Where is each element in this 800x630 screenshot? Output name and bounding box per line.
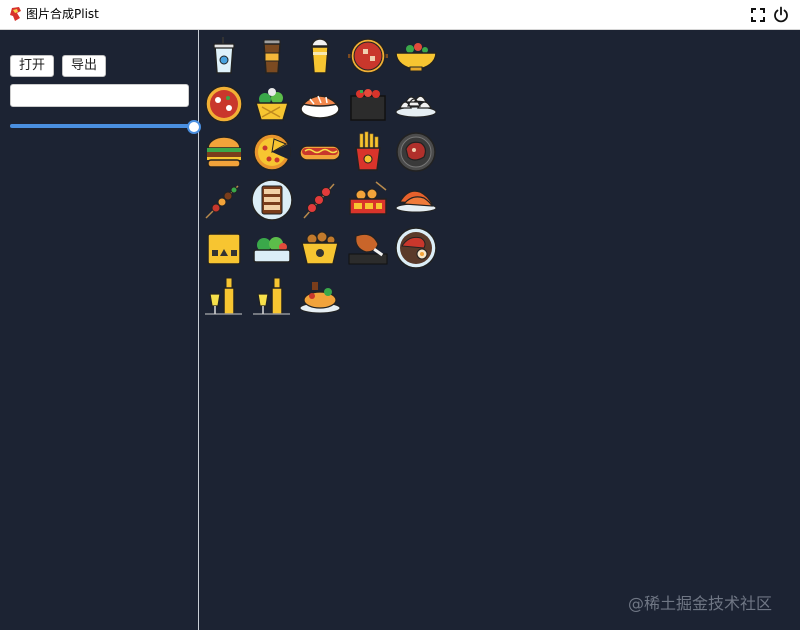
salad-bowl-icon[interactable] (394, 34, 438, 78)
window-title: 图片合成Plist (26, 7, 99, 21)
salad-box-icon[interactable] (250, 226, 294, 270)
sprite-canvas (200, 30, 800, 630)
beer-glass-bottle-icon[interactable] (250, 274, 294, 318)
coffee-cup-icon[interactable] (250, 34, 294, 78)
hotpot-icon[interactable] (346, 34, 390, 78)
slider-thumb[interactable] (187, 120, 201, 134)
bubble-tea-icon[interactable] (298, 34, 342, 78)
dumplings-plate-icon[interactable] (394, 82, 438, 126)
iced-drink-cup-icon[interactable] (202, 34, 246, 78)
vegetable-basket-icon[interactable] (250, 82, 294, 126)
roast-chicken-leg-icon[interactable] (346, 226, 390, 270)
steak-pan-icon[interactable] (394, 130, 438, 174)
shrimp-plate-icon[interactable] (394, 178, 438, 222)
export-button[interactable]: 导出 (62, 55, 106, 77)
name-input[interactable] (10, 84, 189, 107)
ramen-bowl-icon[interactable] (394, 226, 438, 270)
watermark: @稀土掘金技术社区 (628, 594, 773, 613)
hotdog-icon[interactable] (298, 130, 342, 174)
sushi-icon[interactable] (298, 82, 342, 126)
pizza-icon[interactable] (250, 130, 294, 174)
sidebar: 打开 导出 (0, 30, 201, 630)
slider-track (10, 124, 194, 128)
takoyaki-tray-icon[interactable] (346, 178, 390, 222)
french-fries-icon[interactable] (346, 130, 390, 174)
beer-bottle-icon[interactable] (202, 274, 246, 318)
takeout-bag-icon[interactable] (202, 226, 246, 270)
open-button[interactable]: 打开 (10, 55, 54, 77)
title-bar: 图片合成Plist (0, 0, 800, 30)
sushi-roll-plate-icon[interactable] (250, 178, 294, 222)
pizza-pan-icon[interactable] (202, 82, 246, 126)
dinner-platter-icon[interactable] (298, 274, 342, 318)
burger-icon[interactable] (202, 130, 246, 174)
skewers-icon[interactable] (202, 178, 246, 222)
fullscreen-icon[interactable] (749, 6, 767, 24)
power-icon[interactable] (772, 6, 790, 24)
fried-chicken-basket-icon[interactable] (298, 226, 342, 270)
app-logo-icon (10, 7, 21, 21)
scale-slider[interactable] (10, 120, 201, 134)
bento-box-icon[interactable] (346, 82, 390, 126)
tanghulu-icon[interactable] (298, 178, 342, 222)
